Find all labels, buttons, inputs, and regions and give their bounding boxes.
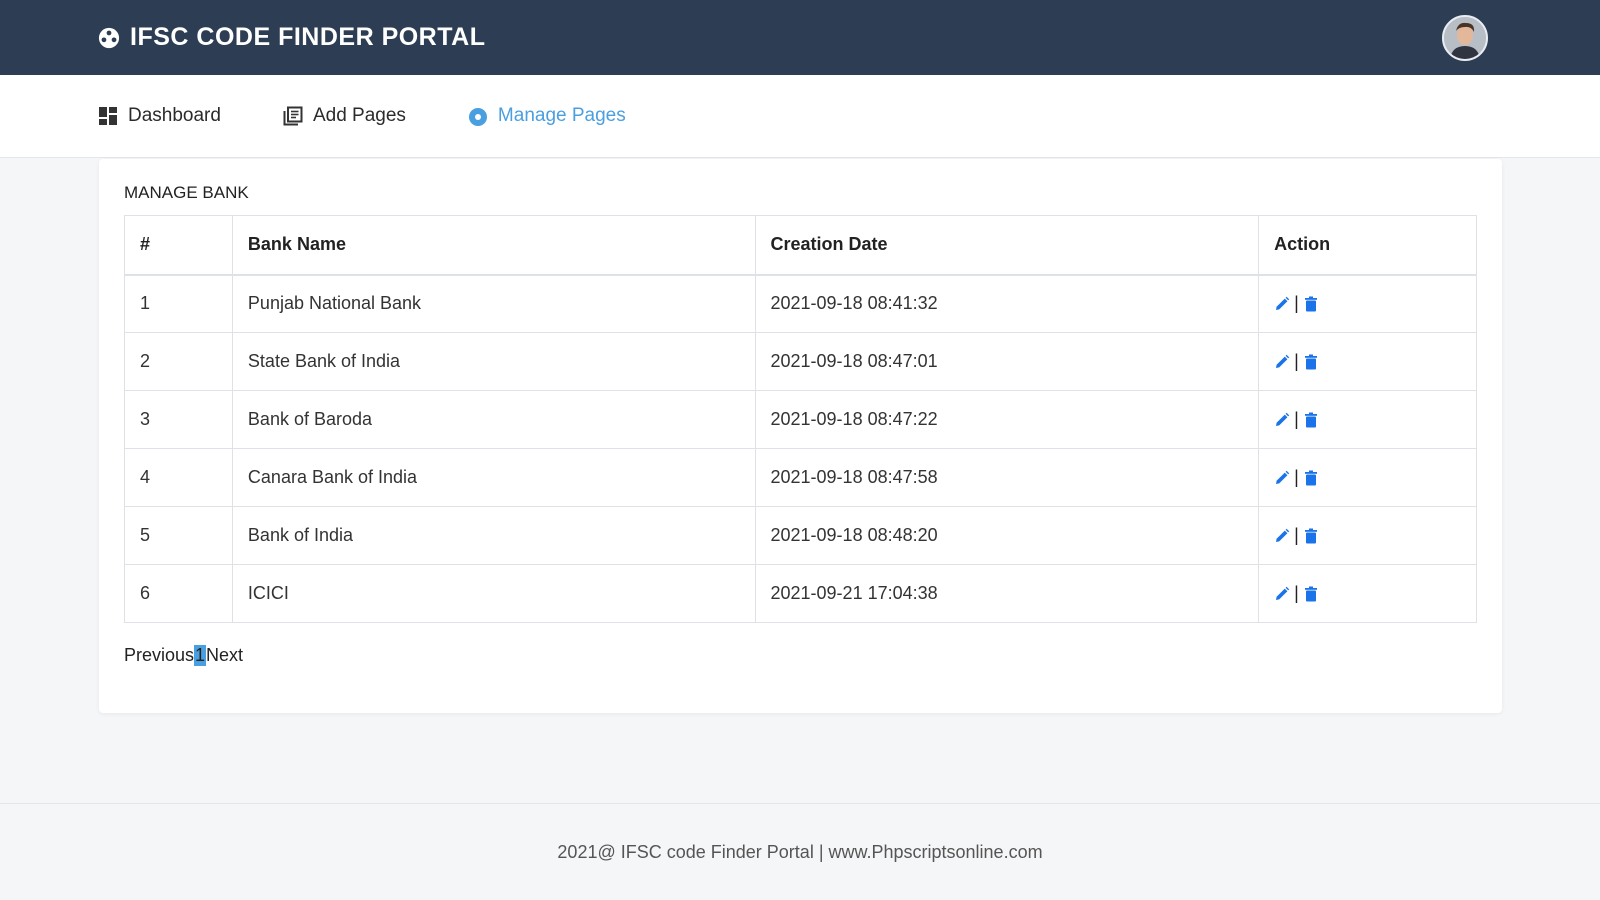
row-actions: | [1258, 564, 1477, 623]
table-header-row: # Bank Name Creation Date Action [124, 215, 1477, 276]
row-actions: | [1258, 390, 1477, 449]
row-bank-name: Punjab National Bank [231, 274, 756, 333]
table-row: 3 Bank of Baroda 2021-09-18 08:47:22 | [124, 390, 1477, 449]
edit-icon[interactable] [1274, 528, 1290, 544]
dashboard-icon [99, 107, 117, 125]
edit-icon[interactable] [1274, 296, 1290, 312]
table-row: 2 State Bank of India 2021-09-18 08:47:0… [124, 332, 1477, 391]
pagination: Previous 1 Next [124, 645, 1477, 666]
nav-add-pages-label: Add Pages [312, 105, 406, 126]
row-creation-date: 2021-09-18 08:47:22 [754, 390, 1260, 449]
nav-add-pages[interactable]: Add Pages [283, 105, 406, 127]
row-number: 6 [124, 564, 233, 623]
table-row: 6 ICICI 2021-09-21 17:04:38 | [124, 564, 1477, 623]
card-title: MANAGE BANK [124, 183, 249, 202]
row-bank-name: ICICI [231, 564, 756, 623]
action-separator: | [1294, 525, 1299, 545]
brand[interactable]: IFSC CODE FINDER PORTAL [98, 23, 485, 52]
delete-icon[interactable] [1303, 412, 1319, 428]
row-creation-date: 2021-09-18 08:47:01 [754, 332, 1260, 391]
footer: 2021@ IFSC code Finder Portal | www.Phps… [0, 803, 1600, 900]
row-number: 1 [124, 274, 233, 333]
row-creation-date: 2021-09-18 08:48:20 [754, 506, 1260, 565]
life-ring-icon [98, 27, 120, 48]
radio-circle-icon [468, 108, 487, 126]
delete-icon[interactable] [1303, 354, 1319, 370]
edit-icon[interactable] [1274, 470, 1290, 486]
footer-text: 2021@ IFSC code Finder Portal | www.Phps… [557, 841, 1043, 862]
nav-dashboard-label: Dashboard [128, 105, 221, 126]
edit-icon[interactable] [1274, 586, 1290, 602]
delete-icon[interactable] [1303, 296, 1319, 312]
row-bank-name: State Bank of India [231, 332, 756, 391]
header-action: Action [1258, 215, 1477, 276]
action-separator: | [1294, 293, 1299, 314]
bank-table: # Bank Name Creation Date Action 1 Punja… [124, 215, 1477, 623]
pagination-next[interactable]: Next [206, 645, 243, 666]
row-bank-name: Bank of India [231, 506, 756, 565]
pagination-page-1[interactable]: 1 [194, 645, 207, 666]
action-separator: | [1294, 409, 1299, 429]
row-creation-date: 2021-09-21 17:04:38 [754, 564, 1260, 623]
table-row: 4 Canara Bank of India 2021-09-18 08:47:… [124, 448, 1477, 507]
action-separator: | [1294, 583, 1299, 603]
header-bank-name: Bank Name [231, 215, 756, 276]
row-creation-date: 2021-09-18 08:47:58 [754, 448, 1260, 507]
header-number: # [124, 215, 233, 276]
row-creation-date: 2021-09-18 08:41:32 [754, 274, 1260, 333]
main-nav: Dashboard Add Pages Manage Pages [0, 75, 1600, 158]
edit-icon[interactable] [1274, 412, 1290, 428]
delete-icon[interactable] [1303, 470, 1319, 486]
top-header: IFSC CODE FINDER PORTAL [0, 0, 1600, 75]
row-number: 5 [124, 506, 233, 565]
nav-manage-pages-label: Manage Pages [497, 105, 626, 126]
edit-icon[interactable] [1274, 354, 1290, 370]
action-separator: | [1294, 467, 1299, 487]
manage-bank-card: MANAGE BANK # Bank Name Creation Date Ac… [99, 159, 1502, 713]
user-avatar[interactable] [1442, 14, 1488, 61]
row-number: 4 [124, 448, 233, 507]
row-actions: | [1258, 274, 1477, 333]
row-actions: | [1258, 506, 1477, 565]
row-bank-name: Canara Bank of India [231, 448, 756, 507]
pages-icon [283, 106, 303, 126]
row-number: 2 [124, 332, 233, 391]
delete-icon[interactable] [1303, 586, 1319, 602]
action-separator: | [1294, 351, 1299, 371]
row-number: 3 [124, 390, 233, 449]
nav-manage-pages[interactable]: Manage Pages [468, 105, 626, 127]
row-actions: | [1258, 448, 1477, 507]
pagination-previous[interactable]: Previous [124, 645, 194, 666]
row-actions: | [1258, 332, 1477, 391]
row-bank-name: Bank of Baroda [231, 390, 756, 449]
delete-icon[interactable] [1303, 528, 1319, 544]
nav-dashboard[interactable]: Dashboard [98, 105, 221, 127]
app-title: IFSC CODE FINDER PORTAL [130, 23, 486, 51]
avatar-image [1444, 16, 1486, 59]
table-row: 5 Bank of India 2021-09-18 08:48:20 | [124, 506, 1477, 565]
table-row: 1 Punjab National Bank 2021-09-18 08:41:… [124, 274, 1477, 333]
header-creation-date: Creation Date [754, 215, 1260, 276]
